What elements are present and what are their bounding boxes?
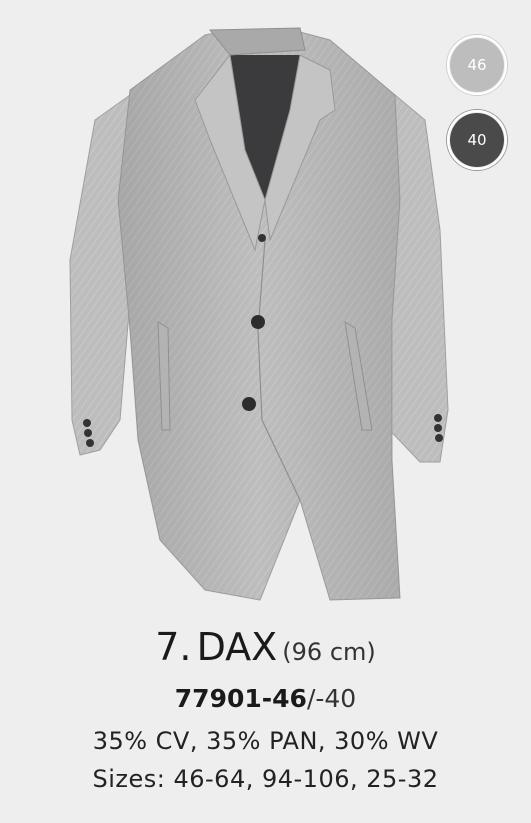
coat-image [69,27,449,601]
color-swatch-40[interactable]: 40 [447,110,507,170]
color-swatch-46[interactable]: 46 [447,35,507,95]
swatch-label-40: 40 [467,131,487,149]
product-length: (96 cm) [282,638,376,666]
product-code-main: 77901-46 [174,684,307,713]
product-code: 77901-46/-40 [0,684,531,713]
product-title: 7. DAX (96 cm) [0,625,531,669]
product-code-alt: /-40 [306,684,357,713]
product-number: 7. [155,625,192,669]
fabric-composition: 35% CV, 35% PAN, 30% WV [92,727,439,755]
product-name: DAX [196,625,278,669]
size-range: Sizes: 46-64, 94-106, 25-32 [92,765,439,793]
swatch-label-46: 46 [467,56,487,74]
